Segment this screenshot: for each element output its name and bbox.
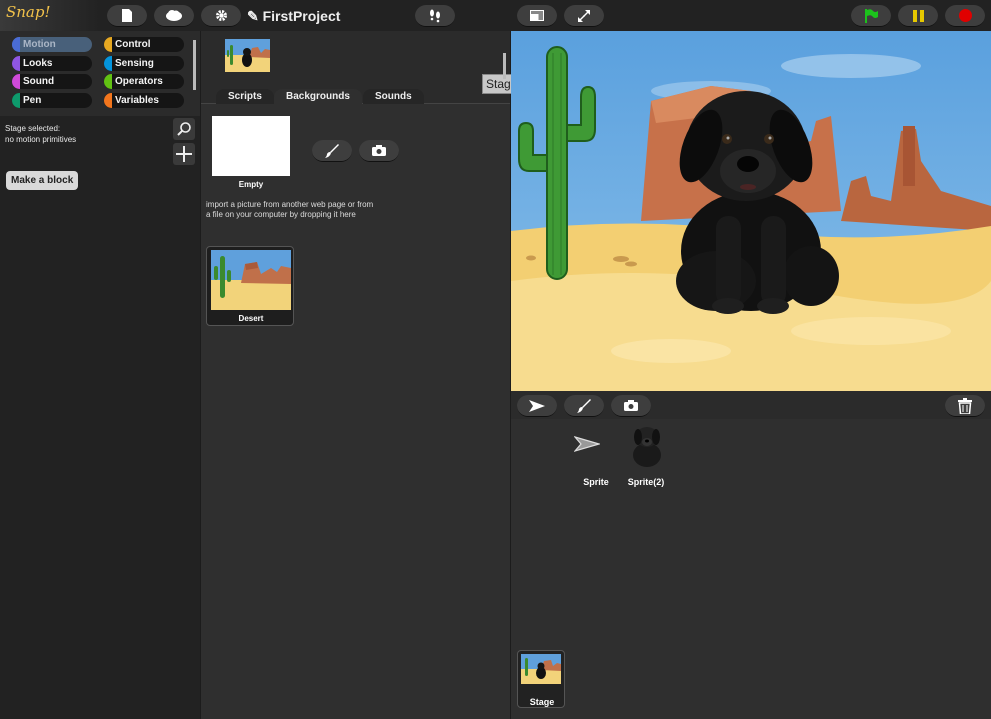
puppy-thumbnail [633, 427, 661, 467]
tab-scripts[interactable]: Scripts [216, 89, 274, 105]
category-motion[interactable]: Motion [12, 37, 92, 52]
stage-label: Stage [529, 697, 555, 707]
desert-background [511, 31, 991, 391]
category-label: Motion [23, 39, 56, 50]
cloud-menu-button[interactable] [154, 5, 194, 27]
desert-thumbnail [225, 39, 270, 72]
delete-sprite-button[interactable] [945, 395, 985, 417]
settings-menu-button[interactable] [201, 5, 241, 27]
expand-icon [578, 9, 590, 22]
green-flag-button[interactable] [851, 5, 891, 27]
background-item-desert[interactable]: Desert [206, 246, 294, 326]
tab-sounds[interactable]: Sounds [363, 89, 424, 105]
category-label: Operators [115, 76, 163, 87]
camera-icon [624, 400, 638, 411]
category-selector: Motion Looks Sound Pen Control Sensing O… [0, 31, 200, 116]
pause-icon [912, 9, 924, 22]
fullscreen-button[interactable] [564, 5, 604, 27]
desert-thumbnail [521, 654, 561, 684]
top-bar: Snap! ✎ FirstProject [0, 0, 991, 31]
backgrounds-pane [201, 104, 510, 719]
palette-message-line: no motion primitives [5, 135, 77, 144]
turtle-arrow-icon [574, 436, 600, 452]
footprints-icon [430, 9, 440, 22]
background-item-label: Desert [238, 314, 264, 323]
sprite-corral: Sprite Sprite(2) Stage [511, 419, 991, 719]
category-label: Sensing [115, 58, 154, 69]
sprite-label: Sprite(2) [627, 477, 665, 487]
arrow-turtle-icon [529, 399, 545, 412]
project-title[interactable]: ✎ FirstProject [247, 8, 340, 25]
empty-background[interactable] [212, 116, 290, 176]
add-block-button[interactable] [173, 143, 195, 165]
category-label: Sound [23, 76, 55, 87]
empty-background-label: Empty [238, 180, 264, 189]
pane-resize-handle[interactable] [193, 40, 196, 90]
green-flag-icon [865, 8, 878, 23]
corral-bar [511, 391, 991, 419]
category-label: Looks [23, 58, 53, 69]
category-variables[interactable]: Variables [104, 93, 184, 108]
camera-background-button[interactable] [359, 140, 399, 162]
category-label: Variables [115, 95, 159, 106]
category-control[interactable]: Control [104, 37, 184, 52]
category-color-dot [12, 37, 20, 52]
import-hint: import a picture from another web page o… [206, 200, 406, 220]
paintbrush-icon [325, 143, 339, 158]
sprite-label: Sprite [583, 477, 609, 487]
category-label: Control [115, 39, 151, 50]
object-thumbnail [225, 39, 270, 72]
category-label: Pen [23, 95, 42, 106]
stage-icon[interactable]: Stage [517, 650, 565, 708]
stop-icon [958, 9, 972, 22]
add-turtle-sprite-button[interactable] [517, 395, 557, 417]
category-color-dot [12, 56, 20, 71]
logo-text: Snap! [6, 3, 51, 21]
tab-backgrounds[interactable]: Backgrounds [274, 89, 362, 105]
camera-sprite-button[interactable] [611, 395, 651, 417]
palette-message-line: Stage selected: [5, 124, 61, 133]
stop-button[interactable] [945, 5, 985, 27]
desert-thumbnail [211, 250, 291, 310]
camera-icon [372, 145, 386, 156]
stage[interactable] [511, 31, 991, 391]
paint-new-background-button[interactable] [312, 140, 352, 162]
category-pen[interactable]: Pen [12, 93, 92, 108]
turbo-mode-button[interactable] [415, 5, 455, 27]
magnifier-icon [177, 122, 191, 136]
category-color-dot [104, 56, 112, 71]
import-hint-line: a file on your computer by dropping it h… [206, 210, 356, 219]
sprite-item-sprite-2[interactable]: Sprite(2) [621, 423, 671, 489]
file-icon [122, 9, 132, 22]
category-sound[interactable]: Sound [12, 74, 92, 89]
plus-icon [176, 146, 192, 162]
category-sensing[interactable]: Sensing [104, 56, 184, 71]
paint-new-sprite-button[interactable] [564, 395, 604, 417]
sprite-item-sprite[interactable]: Sprite [571, 429, 621, 489]
file-menu-button[interactable] [107, 5, 147, 27]
category-operators[interactable]: Operators [104, 74, 184, 89]
gear-icon [215, 10, 227, 21]
category-color-dot [12, 93, 20, 108]
make-a-block-button[interactable]: Make a block [6, 171, 79, 190]
category-color-dot [12, 74, 20, 89]
trash-icon [958, 397, 972, 414]
import-hint-line: import a picture from another web page o… [206, 200, 374, 209]
paintbrush-icon [577, 398, 591, 413]
pane-resize-handle[interactable] [503, 53, 506, 79]
category-color-dot [104, 37, 112, 52]
cloud-icon [166, 10, 182, 21]
category-color-dot [104, 93, 112, 108]
search-blocks-button[interactable] [173, 118, 195, 140]
small-stage-icon [530, 10, 544, 21]
category-color-dot [104, 74, 112, 89]
stage-size-button[interactable] [517, 5, 557, 27]
pause-button[interactable] [898, 5, 938, 27]
category-looks[interactable]: Looks [12, 56, 92, 71]
palette-message: Stage selected: no motion primitives [5, 123, 76, 145]
block-palette [0, 116, 200, 719]
snap-logo[interactable]: Snap! [0, 0, 100, 31]
